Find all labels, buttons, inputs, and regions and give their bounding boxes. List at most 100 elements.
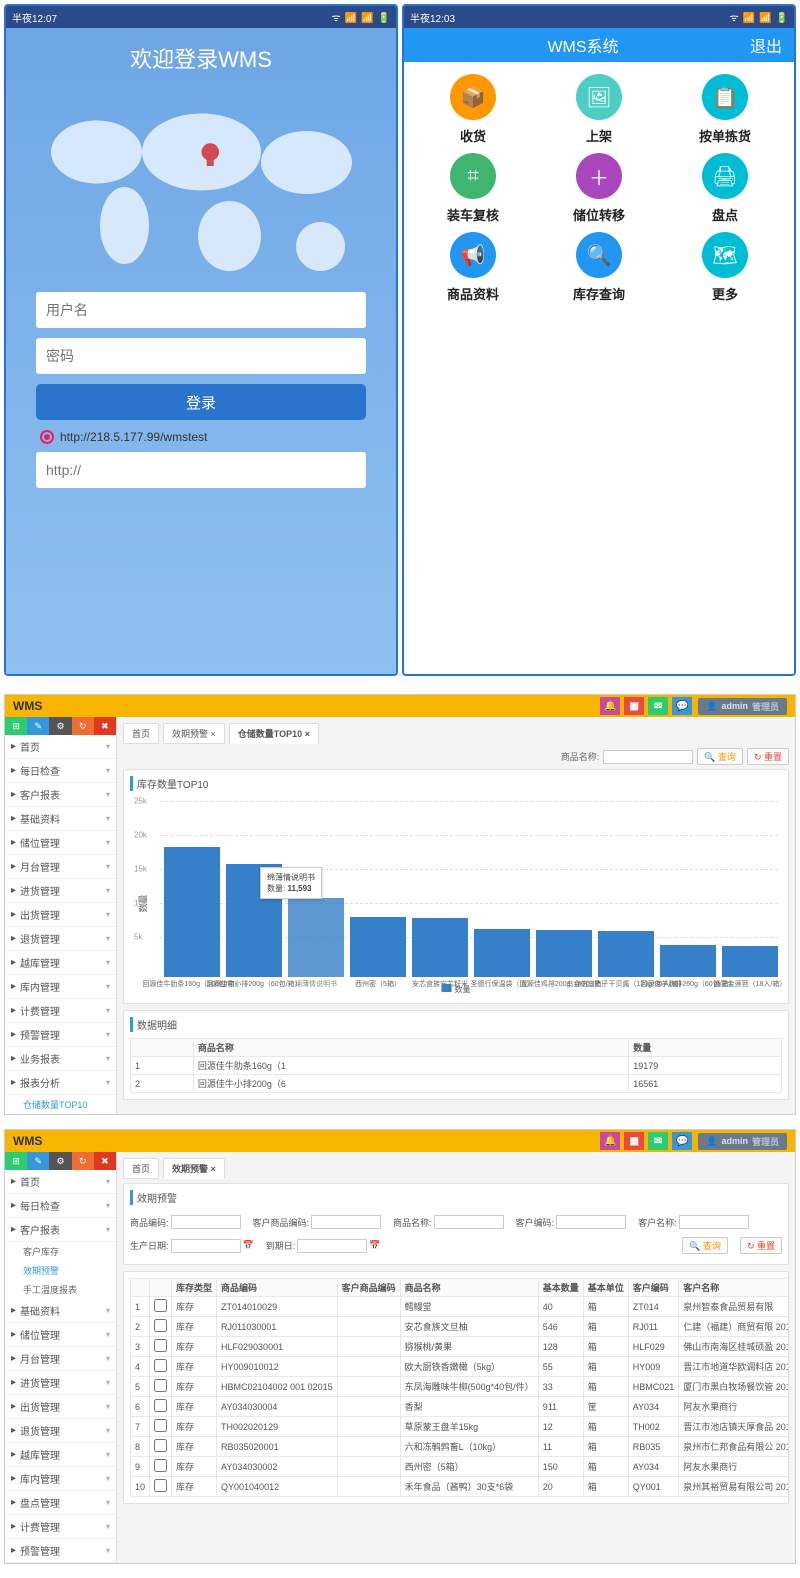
- tool3-icon[interactable]: ⚙: [49, 717, 71, 735]
- tool2-icon[interactable]: ✎: [27, 717, 49, 735]
- tab[interactable]: 效期预警 ×: [163, 723, 225, 744]
- sidebar-item[interactable]: ▸ 报表分析▾: [5, 1071, 116, 1095]
- chart-bar[interactable]: 乌金伯乌鱼子干贝酱（120g*36入/箱）: [598, 931, 654, 977]
- row-checkbox[interactable]: [154, 1319, 167, 1332]
- sidebar-item[interactable]: ▸ 客户报表▾: [5, 1218, 116, 1242]
- sidebar-item[interactable]: ▸ 盘点管理▾: [5, 1491, 116, 1515]
- sidebar-item[interactable]: ▸ 库内管理▾: [5, 1467, 116, 1491]
- tool4-icon[interactable]: ↻: [72, 1152, 94, 1170]
- sidebar-item[interactable]: ▸ 出货管理▾: [5, 1395, 116, 1419]
- password-input[interactable]: [36, 338, 366, 374]
- reset-button[interactable]: ↻ 重置: [740, 1237, 782, 1254]
- search-input[interactable]: [603, 750, 693, 764]
- chart-bar[interactable]: 绵薄情说明书: [288, 898, 344, 977]
- login-button[interactable]: 登录: [36, 384, 366, 420]
- menu-item-更多[interactable]: 🗺 更多: [662, 232, 788, 303]
- sidebar-item[interactable]: ▸ 客户报表▾: [5, 783, 116, 807]
- sidebar-item[interactable]: ▸ 越库管理▾: [5, 1443, 116, 1467]
- chart-bar[interactable]: 圣德行保温袋（清）: [474, 929, 530, 977]
- row-checkbox[interactable]: [154, 1379, 167, 1392]
- sidebar-subitem[interactable]: 客户库存: [5, 1242, 116, 1261]
- menu-item-商品资料[interactable]: 📢 商品资料: [410, 232, 536, 303]
- sidebar-item[interactable]: ▸ 出货管理▾: [5, 903, 116, 927]
- menu-item-储位转移[interactable]: ＋ 储位转移: [536, 153, 662, 224]
- row-checkbox[interactable]: [154, 1359, 167, 1372]
- filter-custcode[interactable]: [556, 1215, 626, 1229]
- http-input[interactable]: [36, 452, 366, 488]
- sidebar-item[interactable]: ▸ 储位管理▾: [5, 1323, 116, 1347]
- filter-custname[interactable]: [679, 1215, 749, 1229]
- row-checkbox[interactable]: [154, 1339, 167, 1352]
- sidebar-item[interactable]: ▸ 每日检查▾: [5, 1194, 116, 1218]
- bell-icon[interactable]: 🔔: [600, 697, 620, 715]
- tab[interactable]: 仓储数量TOP10 ×: [229, 723, 319, 744]
- table-row[interactable]: 2回源佳牛小排200g（616561: [131, 1075, 782, 1093]
- table-row[interactable]: 10库存QY001040012禾年食品（酱鸭）30支*6袋20箱QY001泉州其…: [131, 1477, 790, 1497]
- table-row[interactable]: 6库存AY034030004香梨911筐AY034阿友水果商行2018-01-3…: [131, 1397, 790, 1417]
- sidebar-subitem[interactable]: 效期预警: [5, 1261, 116, 1280]
- search-button[interactable]: 🔍 查询: [697, 748, 743, 765]
- sidebar-subitem[interactable]: 仓储数量TOP10: [5, 1095, 116, 1114]
- logout-button[interactable]: 退出: [750, 33, 782, 57]
- chart-bar[interactable]: 西州密（5箱）: [350, 917, 406, 977]
- sidebar-item[interactable]: ▸ 退货管理▾: [5, 927, 116, 951]
- tasks-icon[interactable]: ▦: [624, 697, 644, 715]
- sidebar-item[interactable]: ▸ 计费管理▾: [5, 1515, 116, 1539]
- menu-item-收货[interactable]: 📦 收货: [410, 74, 536, 145]
- table-row[interactable]: 2库存RJ011030001安芯食族文旦柚546箱RJ011仁建（福建）商贸有限…: [131, 1317, 790, 1337]
- tool1-icon[interactable]: ⊞: [5, 1152, 27, 1170]
- row-checkbox[interactable]: [154, 1439, 167, 1452]
- tool1-icon[interactable]: ⊞: [5, 717, 27, 735]
- mail-icon[interactable]: ✉: [648, 1132, 668, 1150]
- sidebar-item[interactable]: ▸ 月台管理▾: [5, 1347, 116, 1371]
- tool3-icon[interactable]: ⚙: [49, 1152, 71, 1170]
- menu-item-盘点[interactable]: 🖨 盘点: [662, 153, 788, 224]
- sidebar-item[interactable]: ▸ 基础资料▾: [5, 807, 116, 831]
- menu-item-上架[interactable]: 🖼 上架: [536, 74, 662, 145]
- sidebar-item[interactable]: ▸ 首页▾: [5, 1170, 116, 1194]
- sidebar-item[interactable]: ▸ 预警管理▾: [5, 1539, 116, 1563]
- sidebar-item[interactable]: ▸ 储位管理▾: [5, 831, 116, 855]
- mail-icon[interactable]: ✉: [648, 697, 668, 715]
- table-row[interactable]: 3库存HLF029030001猕猴桃/黄果128箱HLF029佛山市南海区桂城硕…: [131, 1337, 790, 1357]
- sidebar-item[interactable]: ▸ 退货管理▾: [5, 1419, 116, 1443]
- tasks-icon[interactable]: ▦: [624, 1132, 644, 1150]
- row-checkbox[interactable]: [154, 1299, 167, 1312]
- username-input[interactable]: [36, 292, 366, 328]
- sidebar-item[interactable]: ▸ 每日检查▾: [5, 759, 116, 783]
- tab[interactable]: 首页: [123, 723, 159, 744]
- filter-prodname[interactable]: [434, 1215, 504, 1229]
- row-checkbox[interactable]: [154, 1419, 167, 1432]
- msg-icon[interactable]: 💬: [672, 697, 692, 715]
- sidebar-item[interactable]: ▸ 预警管理▾: [5, 1023, 116, 1047]
- chart-bar[interactable]: 回源佳鸡排200g（80包/箱）: [536, 930, 592, 977]
- reset-button[interactable]: ↻ 重置: [747, 748, 789, 765]
- filter-custprodcode[interactable]: [311, 1215, 381, 1229]
- tool4-icon[interactable]: ↻: [72, 717, 94, 735]
- table-row[interactable]: 5库存HBMC02104002 001 02015东凤海雕味牛柳(500g*40…: [131, 1377, 790, 1397]
- sidebar-subitem[interactable]: 手工温度报表: [5, 1280, 116, 1299]
- msg-icon[interactable]: 💬: [672, 1132, 692, 1150]
- sidebar-item[interactable]: ▸ 库内管理▾: [5, 975, 116, 999]
- filter-expdate[interactable]: [297, 1239, 367, 1253]
- user-badge[interactable]: 👤 admin 管理员: [698, 1133, 787, 1150]
- chart-bar[interactable]: 安芯食族安芯籽米: [412, 918, 468, 977]
- sidebar-item[interactable]: ▸ 首页▾: [5, 735, 116, 759]
- tab[interactable]: 效期预警 ×: [163, 1158, 225, 1179]
- menu-item-按单拣货[interactable]: 📋 按单拣货: [662, 74, 788, 145]
- bell-icon[interactable]: 🔔: [600, 1132, 620, 1150]
- server-url-option[interactable]: http://218.5.177.99/wmstest: [36, 430, 366, 444]
- user-badge[interactable]: 👤 admin 管理员: [698, 698, 787, 715]
- row-checkbox[interactable]: [154, 1399, 167, 1412]
- sidebar-item[interactable]: ▸ 越库管理▾: [5, 951, 116, 975]
- tool2-icon[interactable]: ✎: [27, 1152, 49, 1170]
- search-button[interactable]: 🔍 查询: [682, 1237, 728, 1254]
- table-row[interactable]: 7库存TH002020129草原蒙王盘羊15kg12箱TH002晋江市池店镇天厚…: [131, 1417, 790, 1437]
- sidebar-item[interactable]: ▸ 进货管理▾: [5, 879, 116, 903]
- tab[interactable]: 首页: [123, 1158, 159, 1179]
- chart-bar[interactable]: 回源佳羊肋排260g（60包/箱）: [660, 945, 716, 977]
- table-row[interactable]: 4库存HY009010012欧大厨铁香嫩橄（5kg）55箱HY009晋江市地道华…: [131, 1357, 790, 1377]
- chart-bar[interactable]: 通正金莲苕（18入/箱）: [722, 946, 778, 977]
- filter-proddate[interactable]: [171, 1239, 241, 1253]
- row-checkbox[interactable]: [154, 1479, 167, 1492]
